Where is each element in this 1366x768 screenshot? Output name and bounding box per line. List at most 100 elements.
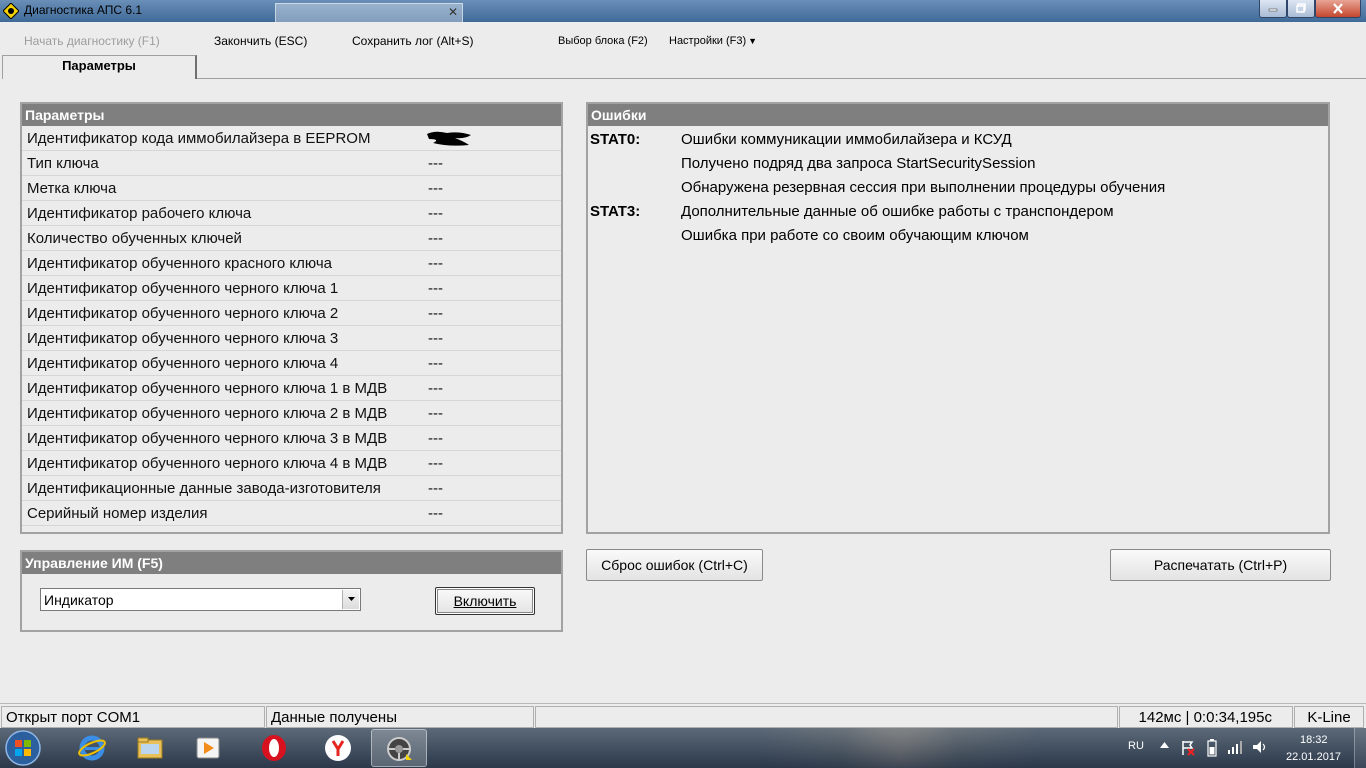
close-window-button[interactable] (1315, 0, 1361, 18)
parameter-value: --- (428, 480, 443, 497)
action-center-flag-icon[interactable] (1181, 740, 1195, 756)
tray-language[interactable]: RU (1128, 740, 1144, 752)
background-browser-tab: ✕ (275, 3, 463, 22)
taskbar-media-player[interactable] (180, 729, 236, 767)
status-bar: Открыт порт COM1 Данные получены 142мс |… (0, 703, 1366, 728)
parameter-name: Идентификатор обученного черного ключа 4… (27, 455, 388, 472)
parameter-row: Идентификатор рабочего ключа --- (22, 201, 561, 226)
parameter-value: --- (428, 380, 443, 397)
parameter-row: Метка ключа --- (22, 176, 561, 201)
parameters-header: Параметры (22, 104, 561, 126)
show-hidden-icons-icon[interactable] (1160, 742, 1169, 748)
minimize-icon (1268, 8, 1278, 12)
restore-icon (1296, 3, 1306, 13)
parameter-row: Идентификационные данные завода-изготови… (22, 476, 561, 501)
folder-icon (137, 737, 163, 759)
windows-start-icon[interactable] (4, 729, 42, 767)
error-code: STAT3: (590, 203, 641, 220)
status-port: Открыт порт COM1 (1, 706, 265, 728)
menu-finish[interactable]: Закончить (ESC) (214, 34, 307, 48)
parameter-value: --- (428, 355, 443, 372)
parameter-row: Количество обученных ключей --- (22, 226, 561, 251)
errors-panel: Ошибки STAT0: Ошибки коммуникации иммобил… (586, 102, 1330, 534)
menu-select-block[interactable]: Выбор блока (F2) (558, 35, 648, 47)
parameter-value: --- (428, 155, 443, 172)
parameter-name: Идентификатор обученного черного ключа 1 (27, 280, 339, 297)
parameters-panel: Параметры Идентификатор кода иммобилайзе… (20, 102, 563, 534)
error-row: STAT0: Ошибки коммуникации иммобилайзера … (588, 128, 1328, 152)
taskbar-aps-diagnostics[interactable] (371, 729, 427, 767)
taskbar: RU 18:32 22.01.2017 (0, 728, 1366, 768)
taskbar-explorer[interactable] (122, 729, 178, 767)
parameter-row: Идентификатор обученного черного ключа 4… (22, 351, 561, 376)
tab-label: Параметры (62, 58, 136, 73)
parameter-value: --- (428, 330, 443, 347)
parameter-value: --- (428, 205, 443, 222)
status-data: Данные получены (266, 706, 534, 728)
app-logo-icon (3, 3, 19, 19)
error-text: Ошибка при работе со своим обучающим клю… (681, 227, 1029, 244)
parameter-name: Серийный номер изделия (27, 505, 208, 522)
parameter-name: Количество обученных ключей (27, 230, 242, 247)
parameter-name: Идентификатор обученного черного ключа 4 (27, 355, 339, 372)
parameter-row: Идентификатор обученного черного ключа 2… (22, 301, 561, 326)
signal-strength-icon[interactable] (1227, 740, 1245, 754)
internet-explorer-icon (78, 735, 106, 761)
parameters-list: Идентификатор кода иммобилайзера в EEPRO… (22, 126, 561, 526)
taskbar-yandex-browser[interactable] (310, 729, 366, 767)
parameter-name: Идентификатор обученного черного ключа 3 (27, 330, 339, 347)
tab-strip-line (196, 78, 1366, 79)
parameter-name: Метка ключа (27, 180, 117, 197)
parameter-row: Серийный номер изделия --- (22, 501, 561, 526)
parameter-value: --- (428, 180, 443, 197)
opera-icon (262, 735, 286, 761)
tray-time[interactable]: 18:32 (1300, 734, 1328, 746)
enable-button[interactable]: Включить (435, 587, 535, 615)
error-text: Получено подряд два запроса StartSecurit… (681, 155, 1036, 172)
parameter-value: --- (428, 305, 443, 322)
parameter-row: Тип ключа --- (22, 151, 561, 176)
menu-settings-label: Настройки (F3) (669, 35, 747, 47)
error-code: STAT0: (590, 131, 641, 148)
parameter-value: --- (428, 430, 443, 447)
parameter-row: Идентификатор обученного черного ключа 3… (22, 326, 561, 351)
status-protocol: K-Line (1294, 706, 1364, 728)
reset-errors-button[interactable]: Сброс ошибок (Ctrl+C) (586, 549, 763, 581)
tab-parameters[interactable]: Параметры (2, 55, 197, 79)
tray-date[interactable]: 22.01.2017 (1286, 751, 1341, 763)
parameter-value: --- (428, 280, 443, 297)
parameter-value: --- (428, 455, 443, 472)
error-text: Дополнительные данные об ошибке работы с… (681, 203, 1114, 220)
error-row: Ошибка при работе со своим обучающим клю… (588, 224, 1328, 248)
print-button[interactable]: Распечатать (Ctrl+P) (1110, 549, 1331, 581)
show-desktop-button[interactable] (1354, 728, 1366, 768)
parameter-name: Идентификатор обученного черного ключа 3… (27, 430, 388, 447)
maximize-button[interactable] (1287, 0, 1315, 18)
parameter-name: Идентификатор обученного черного ключа 2 (27, 305, 339, 322)
error-row: Получено подряд два запроса StartSecurit… (588, 152, 1328, 176)
volume-icon[interactable] (1252, 740, 1268, 754)
error-row: STAT3: Дополнительные данные об ошибке ра… (588, 200, 1328, 224)
error-text: Обнаружена резервная сессия при выполнен… (681, 179, 1166, 196)
yandex-browser-icon (325, 735, 351, 761)
error-row: Обнаружена резервная сессия при выполнен… (588, 176, 1328, 200)
actuator-select[interactable]: Индикатор (40, 588, 361, 611)
parameter-name: Идентификационные данные завода-изготови… (27, 480, 381, 497)
parameter-row: Идентификатор обученного черного ключа 4… (22, 451, 561, 476)
parameter-name: Идентификатор кода иммобилайзера в EEPRO… (27, 130, 371, 147)
menu-save-log[interactable]: Сохранить лог (Alt+S) (352, 34, 474, 48)
close-icon (1333, 3, 1343, 14)
minimize-button[interactable] (1259, 0, 1287, 18)
menu-start-diagnostics[interactable]: Начать диагностику (F1) (24, 34, 160, 48)
dropdown-arrow-icon[interactable] (342, 590, 359, 609)
actuator-control-header: Управление ИМ (F5) (22, 552, 561, 574)
parameter-row: Идентификатор кода иммобилайзера в EEPRO… (22, 126, 561, 151)
parameter-row: Идентификатор обученного красного ключа -… (22, 251, 561, 276)
menu-settings[interactable]: Настройки (F3) ▼ (669, 35, 757, 47)
taskbar-ie[interactable] (64, 729, 120, 767)
taskbar-opera[interactable] (246, 729, 302, 767)
error-text: Ошибки коммуникации иммобилайзера и КСУД (681, 131, 1012, 148)
parameter-name: Идентификатор обученного черного ключа 2… (27, 405, 388, 422)
actuator-select-value: Индикатор (44, 592, 114, 608)
battery-icon[interactable] (1207, 739, 1217, 757)
